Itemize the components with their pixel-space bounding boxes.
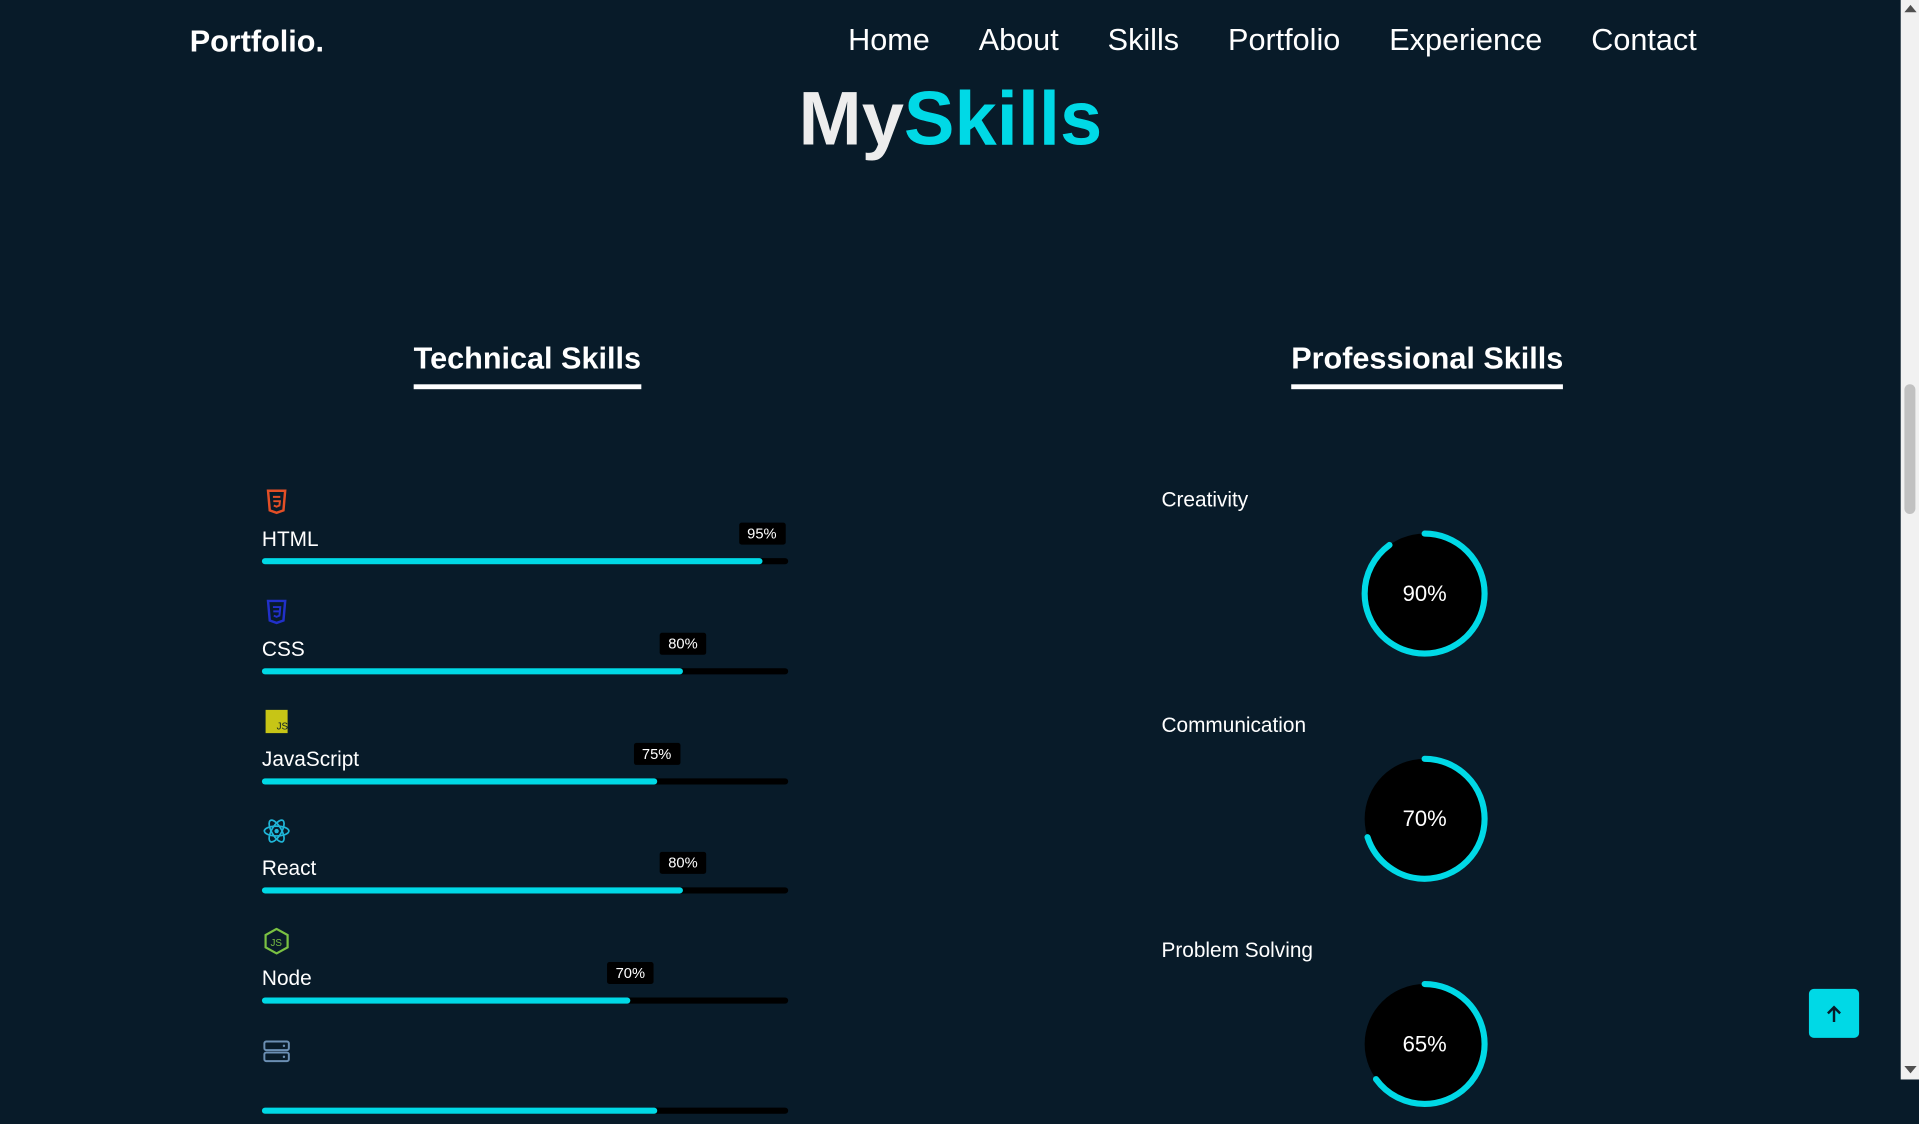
nav-experience[interactable]: Experience [1389, 23, 1542, 58]
prof-skill-problem-solving-label: Problem Solving [1161, 938, 1313, 962]
skill-node: JS Node 70% [261, 927, 789, 1014]
page-title: MySkills [0, 76, 1901, 163]
skill-react: React 80% [261, 818, 789, 904]
percent-tooltip: 95% [738, 522, 786, 545]
percent-value: 65% [1402, 1031, 1447, 1057]
back-to-top-button[interactable] [1808, 988, 1860, 1038]
prof-skill-creativity-circle: 90% [1360, 529, 1490, 659]
svg-text:JS: JS [270, 938, 282, 949]
page-scrollbar[interactable] [1900, 0, 1919, 1080]
percent-tooltip: 70% [607, 961, 654, 985]
skill-name: JavaScript [261, 747, 360, 772]
progress-track [261, 997, 789, 1004]
skill-name: Node [261, 966, 312, 991]
progress-fill [261, 887, 683, 894]
progress-fill [261, 778, 657, 785]
progress-track [261, 668, 789, 675]
prof-skill-communication-circle: 70% [1360, 754, 1490, 884]
title-part-skills: Skills [903, 77, 1103, 162]
nodejs-icon: JS [264, 927, 289, 955]
skill-name: CSS [261, 637, 305, 661]
progress-fill [261, 558, 762, 565]
skill-name: HTML [261, 527, 319, 551]
database-server-icon [263, 1040, 290, 1063]
nav-about[interactable]: About [979, 23, 1059, 58]
progress-track [261, 558, 789, 565]
percent-value: 90% [1402, 581, 1447, 606]
prof-skill-communication-label: Communication [1161, 713, 1307, 737]
scrollbar-thumb[interactable] [1904, 384, 1916, 515]
percent-tooltip: 80% [659, 851, 707, 874]
percent-tooltip: 80% [659, 632, 707, 655]
progress-fill [261, 1107, 657, 1114]
nav-contact[interactable]: Contact [1591, 23, 1696, 58]
scroll-up-arrow-icon[interactable] [1904, 4, 1917, 13]
svg-text:JS: JS [277, 721, 289, 732]
title-part-my: My [798, 77, 904, 162]
skill-javascript: JS JavaScript 75% [261, 709, 789, 795]
react-icon [263, 819, 290, 843]
skill-html: HTML 95% [261, 488, 789, 574]
skill-css: CSS 80% [261, 598, 789, 684]
main-nav: Home About Skills Portfolio Experience C… [848, 23, 1697, 58]
html5-icon [266, 489, 287, 515]
arrow-up-icon [1827, 1005, 1841, 1022]
site-logo[interactable]: Portfolio. [190, 24, 324, 59]
prof-skill-problem-solving-circle: 65% [1360, 979, 1490, 1109]
nav-portfolio[interactable]: Portfolio [1228, 23, 1340, 58]
progress-track [261, 887, 789, 894]
skill-database [261, 1038, 789, 1124]
technical-skills-heading: Technical Skills [413, 341, 641, 390]
prof-skill-creativity-label: Creativity [1161, 488, 1249, 512]
percent-tooltip: 75% [633, 742, 680, 765]
nav-skills[interactable]: Skills [1108, 23, 1179, 58]
skill-name: React [261, 856, 317, 880]
progress-track [261, 1107, 789, 1114]
progress-fill [261, 997, 631, 1004]
progress-track [261, 778, 789, 785]
percent-value: 70% [1402, 806, 1447, 832]
professional-skills-heading: Professional Skills [1291, 341, 1564, 390]
scroll-down-arrow-icon[interactable] [1904, 1066, 1917, 1074]
javascript-icon: JS [265, 709, 289, 734]
css3-icon [266, 599, 287, 625]
nav-home[interactable]: Home [848, 23, 930, 58]
progress-fill [261, 668, 683, 675]
